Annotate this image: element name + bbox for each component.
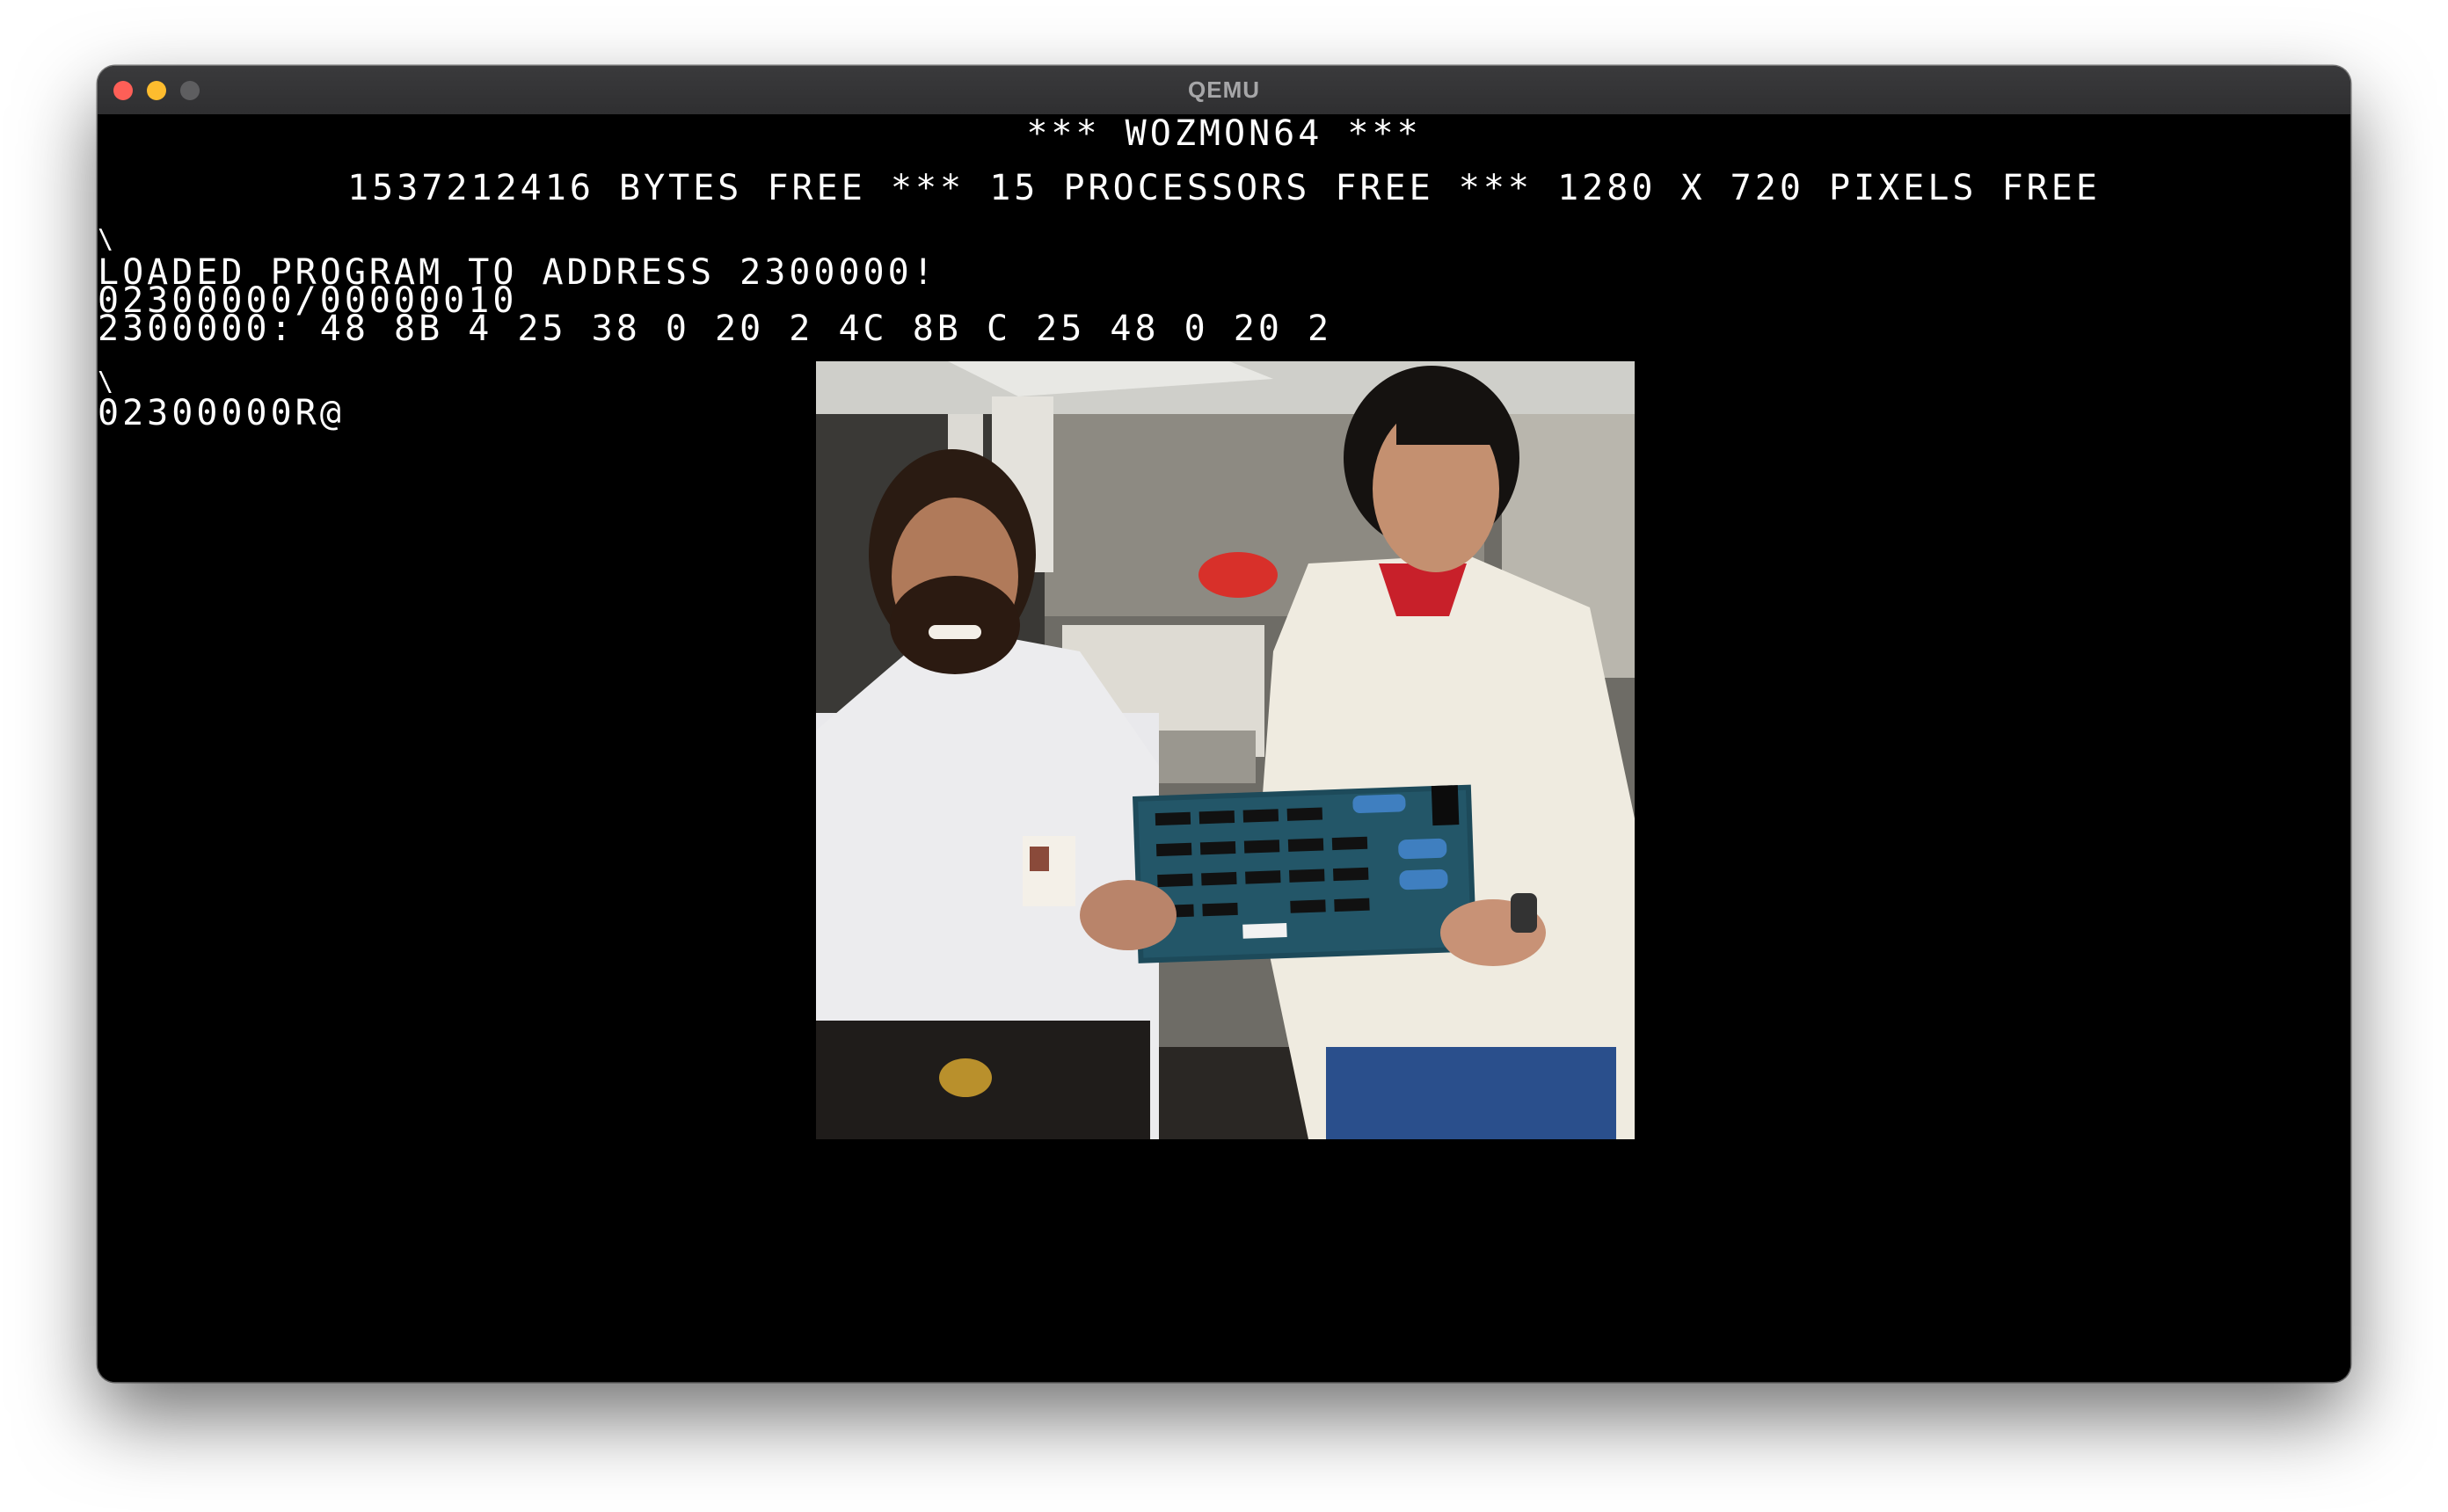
title-bar[interactable]: QEMU — [98, 66, 2350, 115]
photo-image — [816, 361, 1635, 1139]
banner-text: *** WOZMON64 *** — [1026, 113, 1422, 154]
free-resources-text: 1537212416 BYTES FREE *** 15 PROCESSORS … — [347, 168, 2101, 208]
command-line: 02300000R@ — [98, 393, 345, 433]
emulator-screen[interactable]: *** WOZMON64 *** 1537212416 BYTES FREE *… — [98, 114, 2350, 1382]
memory-dump: 2300000: 48 8B 4 25 38 0 20 2 4C 8B C 25… — [98, 309, 1333, 349]
prompt-char: \ — [98, 224, 118, 255]
window-title: QEMU — [1188, 76, 1260, 103]
prompt-char: \ — [98, 367, 118, 397]
photo-two-men-holding-circuit-board-icon — [816, 361, 1635, 1139]
qemu-window: QEMU *** WOZMON64 *** 1537212416 BYTES F… — [98, 66, 2350, 1382]
